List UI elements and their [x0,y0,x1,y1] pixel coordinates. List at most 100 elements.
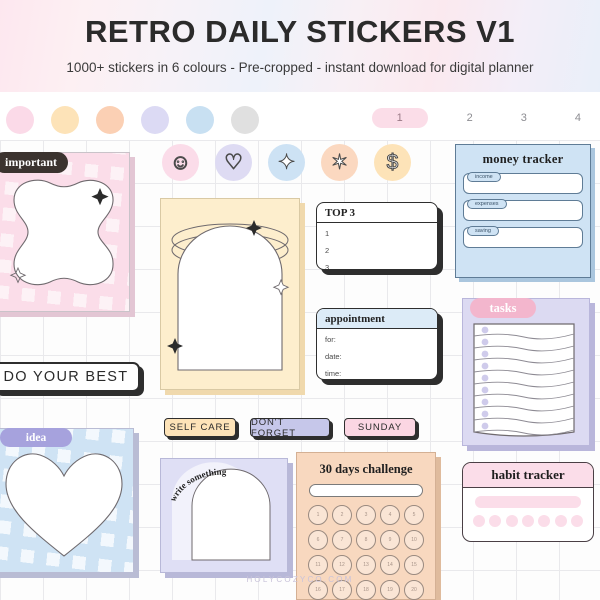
money-tracker-body: money tracker income expenses saving [455,144,591,278]
color-swatch-yellow[interactable] [51,106,79,134]
appointment-field-for[interactable]: for: [325,335,429,344]
challenge-day-8[interactable]: 8 [356,530,376,550]
habit-dot[interactable] [570,515,583,527]
challenge-day-6[interactable]: 6 [308,530,328,550]
money-section-income: income [463,172,583,194]
habit-tracker-title: habit tracker [463,463,593,488]
task-checkbox-dot [481,374,489,382]
pagination-item-3[interactable]: 3 [512,108,536,128]
habit-tracker-body: habit tracker [462,462,594,542]
pagination-item-2[interactable]: 2 [458,108,482,128]
habit-dot[interactable] [538,515,551,527]
heart-sticker-glyph: ♡ [224,151,244,175]
page-subtitle: 1000+ stickers in 6 colours - Pre-croppe… [66,60,534,75]
smiley-sticker-glyph: ☺ [169,150,192,174]
challenge-day-1[interactable]: 1 [308,505,328,525]
habit-tracker-card[interactable]: habit tracker [462,462,594,542]
money-label-saving: saving [467,226,499,236]
dollar-sticker[interactable]: $ [374,144,411,181]
appointment-field-date[interactable]: date: [325,352,429,361]
money-label-income: income [467,172,501,182]
appointment-fields: for: date: time: [317,329,437,379]
sticker-icon-row[interactable]: ☺ ♡ ✦ ✶ $ [162,144,411,181]
challenge-day-2[interactable]: 2 [332,505,352,525]
color-swatch-peach[interactable] [96,106,124,134]
task-checkbox-dot [481,350,489,358]
money-label-expenses: expenses [467,199,507,209]
arch-frame-icon: write something [168,462,271,561]
label-button-self-care[interactable]: SELF CARE [164,418,236,437]
challenge-day-5[interactable]: 5 [404,505,424,525]
money-section-expenses: expenses [463,199,583,221]
top3-row-2[interactable]: 2 [325,246,429,255]
challenge-day-11[interactable]: 11 [308,555,328,575]
smiley-sticker[interactable]: ☺ [162,144,199,181]
sticker-sheet-page: RETRO DAILY STICKERS V1 1000+ stickers i… [0,0,600,600]
tasks-panel [473,323,575,437]
appointment-card[interactable]: appointment for: date: time: [316,308,443,385]
top3-rows: 1 2 3 [317,223,437,269]
challenge-day-15[interactable]: 15 [404,555,424,575]
appointment-title: appointment [317,309,437,329]
pagination-item-1[interactable]: 1 [371,108,428,128]
starburst-sticker[interactable]: ✶ [321,144,358,181]
challenge-title-bar[interactable] [309,484,423,497]
arch-frame-icon [167,220,290,371]
challenge-day-9[interactable]: 9 [380,530,400,550]
sparkle-sticker-glyph: ✦ [277,151,296,175]
top3-row-3[interactable]: 3 [325,263,429,269]
task-checkbox-dot [481,362,489,370]
money-tracker-card[interactable]: money tracker income expenses saving [455,144,595,282]
color-swatch-lavender[interactable] [141,106,169,134]
challenge-day-14[interactable]: 14 [380,555,400,575]
challenge-day-3[interactable]: 3 [356,505,376,525]
challenge-day-13[interactable]: 13 [356,555,376,575]
habit-name-bar[interactable] [475,496,581,508]
challenge-day-12[interactable]: 12 [332,555,352,575]
do-your-best-button[interactable]: DO YOUR BEST [0,362,144,396]
top3-title: TOP 3 [317,203,437,223]
habit-dot[interactable] [489,515,502,527]
challenge-day-10[interactable]: 10 [404,530,424,550]
challenge-day-grid[interactable]: 1234567891011121314151617181920212223242… [308,505,424,600]
habit-dot[interactable] [505,515,518,527]
page-title: RETRO DAILY STICKERS V1 [84,14,516,49]
color-swatch-row [6,106,259,134]
habit-dot[interactable] [554,515,567,527]
challenge-day-7[interactable]: 7 [332,530,352,550]
tasks-tag: tasks [470,298,536,318]
idea-sticker-card[interactable]: idea [0,428,139,578]
label-button-don-t-forget[interactable]: DON'T FORGET [250,417,330,439]
pagination-item-4[interactable]: 4 [566,108,590,128]
habit-dot[interactable] [473,515,485,527]
important-tag: important [0,152,68,173]
appointment-field-time[interactable]: time: [325,369,429,378]
color-swatch-blue[interactable] [186,106,214,134]
top3-card[interactable]: TOP 3 1 2 3 [316,202,443,275]
write-something-card[interactable]: write something [160,458,293,578]
challenge-day-4[interactable]: 4 [380,505,400,525]
habit-dot[interactable] [521,515,534,527]
sticker-canvas: ☺ ♡ ✦ ✶ $ important DO YOUR BEST idea TO… [0,140,600,600]
money-tracker-sections: income expenses saving [456,172,590,248]
challenge-title: 30 days challenge [319,462,413,476]
money-section-saving: saving [463,226,583,248]
sparkle-sticker[interactable]: ✦ [268,144,305,181]
swatch-pagination-band: 1 2 3 4 [0,92,600,140]
top3-row-1[interactable]: 1 [325,229,429,238]
pagination[interactable]: 1 2 3 4 [371,108,590,128]
blob-frame-icon [9,179,114,286]
watermark: HOLYCOZYCO.COM [246,575,354,584]
task-checkbox-dot [481,386,489,394]
label-button-sunday[interactable]: SUNDAY [344,418,416,437]
color-swatch-pink[interactable] [6,106,34,134]
habit-dot-row[interactable] [473,515,583,527]
task-checkbox-dot [481,410,489,418]
tasks-wavy-rows [473,323,575,437]
color-swatch-grey[interactable] [231,106,259,134]
do-your-best-label: DO YOUR BEST [0,362,140,392]
important-sticker-card[interactable]: important [0,152,135,317]
heart-sticker[interactable]: ♡ [215,144,252,181]
arch-note-card[interactable] [160,198,305,395]
tasks-card[interactable]: tasks [462,298,595,451]
